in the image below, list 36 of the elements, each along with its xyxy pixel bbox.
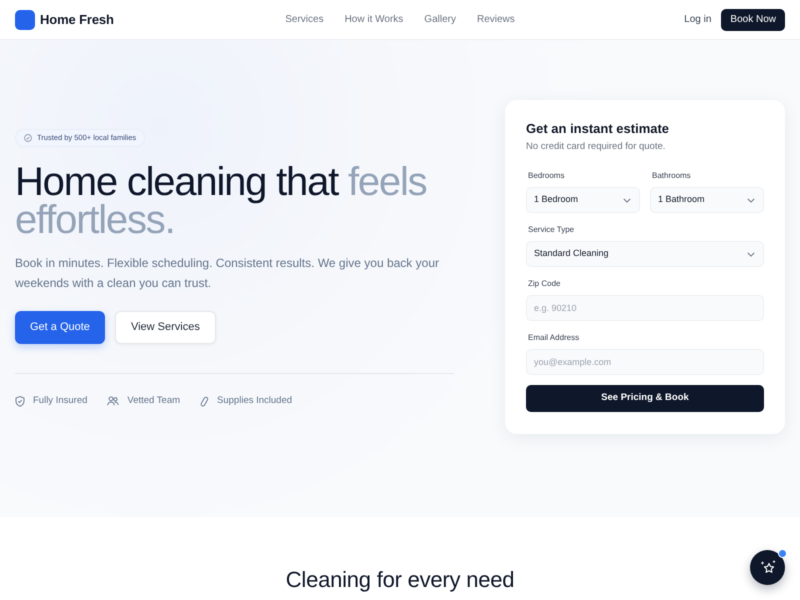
hero-heading: Home cleaning that feels effortless. (15, 163, 428, 239)
card-title: Get an instant estimate (526, 121, 670, 137)
nav-link[interactable]: Reviews (476, 12, 515, 27)
chevron-down-icon (623, 198, 631, 203)
nav-link[interactable]: Services (285, 12, 324, 27)
feature-label: Supplies Included (217, 394, 292, 408)
login-link[interactable]: Log in (684, 12, 712, 27)
field-label: Bedrooms (528, 170, 566, 182)
feature-label: Fully Insured (33, 394, 88, 408)
dropdown-field[interactable]: 1 Bedroom (526, 186, 640, 213)
field-label: Bathrooms (652, 170, 692, 182)
brand-name: Home Fresh (40, 10, 114, 29)
services-button[interactable]: View Services (114, 311, 216, 344)
submit-button[interactable]: See Pricing & Book (526, 384, 764, 412)
shield-icon (15, 396, 25, 407)
input-field[interactable]: e.g. 90210 (526, 294, 764, 321)
book-now-button[interactable]: Book Now (721, 8, 785, 30)
nav-link[interactable]: How it Works (344, 12, 404, 27)
people-icon (107, 396, 120, 406)
quote-button[interactable]: Get a Quote (15, 311, 105, 344)
check-circle-icon (24, 134, 32, 142)
input-field[interactable]: you@example.com (526, 348, 764, 375)
hero-description: Book in minutes. Flexible scheduling. Consistent results. We give you back your weekends with a clean you can trust. (15, 255, 440, 292)
feature-label: Vetted Team (127, 394, 180, 408)
section-heading: Cleaning for every need (286, 567, 514, 594)
logo-icon (15, 10, 35, 30)
field-label: Service Type (528, 224, 576, 236)
capsule-icon (200, 396, 210, 407)
nav-link[interactable]: Gallery (424, 12, 456, 27)
field-label: Email Address (528, 332, 580, 344)
field-label: Zip Code (528, 278, 562, 290)
chevron-down-icon (747, 198, 755, 203)
dropdown-field[interactable]: Standard Cleaning (526, 240, 764, 267)
dropdown-field[interactable]: 1 Bathroom (650, 186, 764, 213)
chevron-down-icon (747, 252, 755, 257)
card-subtitle: No credit card required for quote. (526, 140, 666, 154)
